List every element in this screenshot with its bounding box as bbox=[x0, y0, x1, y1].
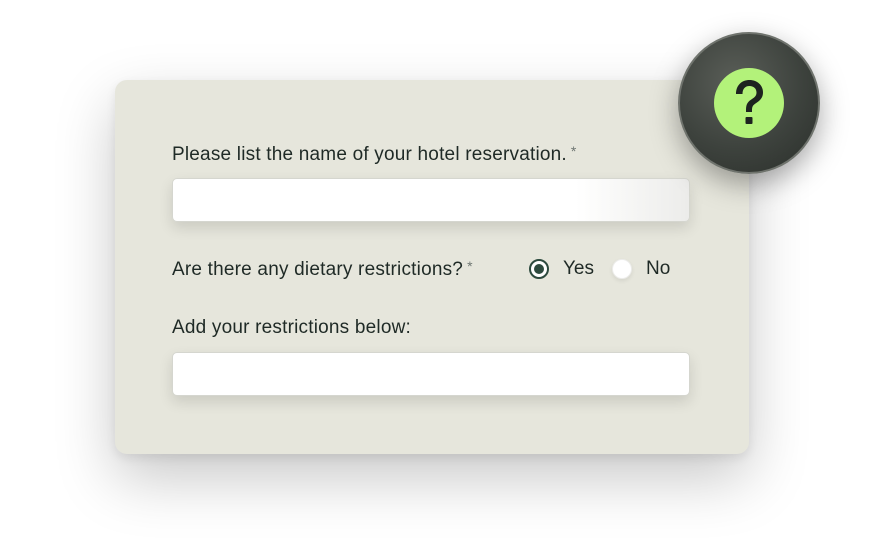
required-asterisk: * bbox=[570, 143, 577, 159]
hotel-reservation-input[interactable] bbox=[172, 178, 690, 222]
radio-option-no[interactable]: No bbox=[612, 258, 670, 280]
help-button[interactable] bbox=[678, 32, 820, 174]
radio-no-label[interactable]: No bbox=[646, 258, 670, 280]
radio-option-yes[interactable]: Yes bbox=[529, 258, 594, 280]
radio-yes-label[interactable]: Yes bbox=[563, 258, 594, 280]
radio-no[interactable] bbox=[612, 259, 632, 279]
question-mark-icon bbox=[736, 80, 763, 124]
restrictions-input[interactable] bbox=[172, 352, 690, 396]
dietary-question-text: Are there any dietary restrictions? bbox=[172, 259, 464, 280]
required-asterisk: * bbox=[467, 258, 473, 274]
hotel-question-label: Please list the name of your hotel reser… bbox=[172, 143, 577, 166]
help-badge bbox=[714, 68, 784, 138]
radio-yes[interactable] bbox=[529, 259, 549, 279]
dietary-question-label: Are there any dietary restrictions? * bbox=[172, 258, 473, 281]
screen: Please list the name of your hotel reser… bbox=[0, 0, 886, 538]
form-card: Please list the name of your hotel reser… bbox=[115, 80, 749, 454]
dietary-radio-group: Yes No bbox=[529, 256, 670, 282]
hotel-question-text: Please list the name of your hotel reser… bbox=[172, 144, 567, 165]
restrictions-label: Add your restrictions below: bbox=[172, 317, 411, 338]
